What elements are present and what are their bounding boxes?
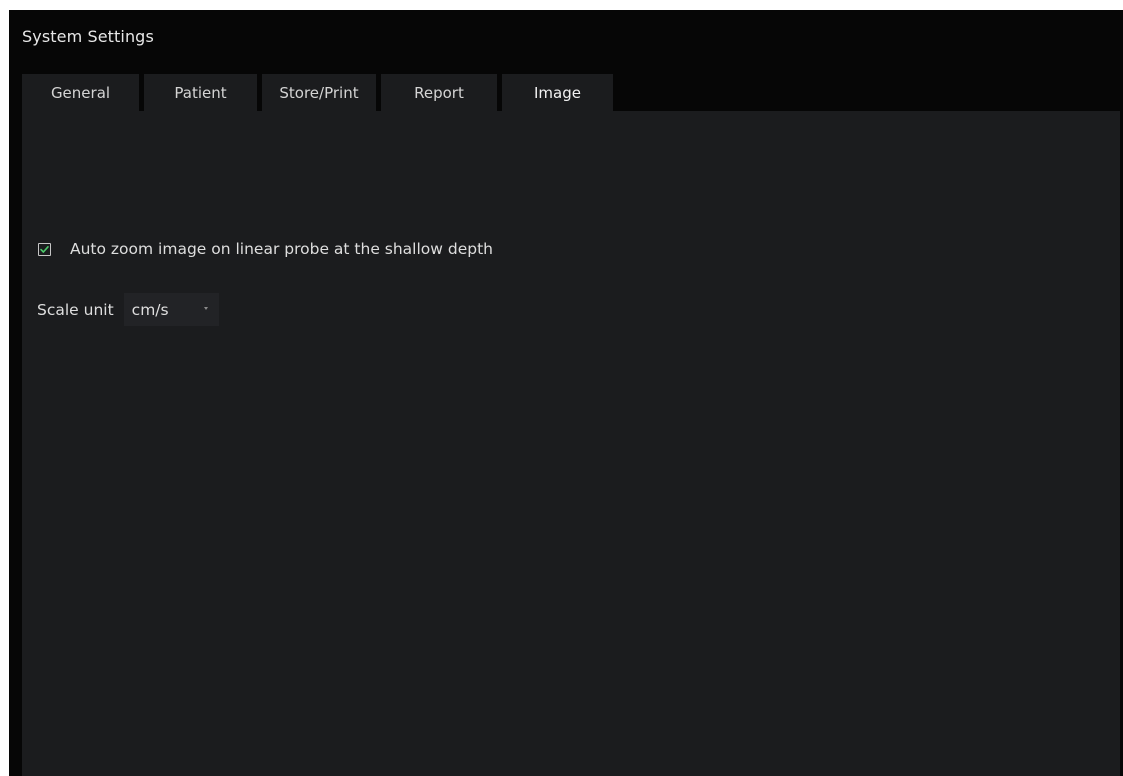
tab-report[interactable]: Report <box>381 74 497 111</box>
window-title: System Settings <box>22 27 154 46</box>
system-settings-window: System Settings General Patient Store/Pr… <box>9 10 1123 776</box>
image-settings-panel: Auto zoom image on linear probe at the s… <box>22 111 1120 776</box>
scale-unit-value: cm/s <box>131 300 169 319</box>
settings-tabbar: General Patient Store/Print Report Image <box>22 74 613 111</box>
scale-unit-label: Scale unit <box>37 300 114 319</box>
tab-patient[interactable]: Patient <box>144 74 257 111</box>
scale-unit-select[interactable]: cm/s <box>123 293 219 326</box>
tab-general[interactable]: General <box>22 74 139 111</box>
auto-zoom-label: Auto zoom image on linear probe at the s… <box>70 240 493 258</box>
tab-store-print-label: Store/Print <box>279 83 359 102</box>
tab-general-label: General <box>50 83 111 102</box>
tab-image-label: Image <box>534 83 581 102</box>
chevron-down-icon <box>203 307 208 310</box>
tab-store-print[interactable]: Store/Print <box>262 74 376 111</box>
scale-unit-row: Scale unit cm/s <box>37 293 219 326</box>
auto-zoom-checkbox[interactable] <box>38 242 51 256</box>
checkmark-icon <box>40 245 49 253</box>
tab-report-label: Report <box>414 83 464 102</box>
tab-patient-label: Patient <box>174 83 227 102</box>
auto-zoom-option[interactable]: Auto zoom image on linear probe at the s… <box>38 240 493 258</box>
tab-image[interactable]: Image <box>502 74 613 111</box>
